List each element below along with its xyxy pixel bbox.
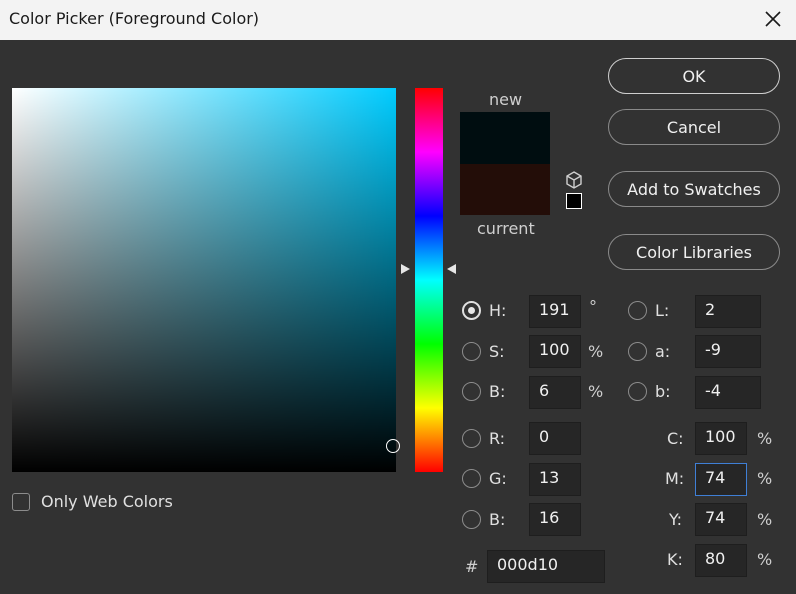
cyan-input[interactable]: 100 — [695, 422, 747, 455]
red-input[interactable]: 0 — [529, 422, 581, 455]
blue-label: B: — [489, 510, 506, 529]
blue-radio[interactable] — [462, 510, 481, 529]
brightness-input[interactable]: 6 — [529, 376, 581, 409]
new-color-label: new — [489, 90, 523, 109]
title-bar: Color Picker (Foreground Color) — [0, 0, 796, 40]
current-color-swatch[interactable] — [460, 164, 550, 215]
lab-b-input[interactable]: -4 — [695, 376, 761, 409]
black-unit: % — [757, 550, 773, 569]
saturation-input[interactable]: 100 — [529, 335, 581, 368]
yellow-label: Y: — [669, 510, 683, 529]
hue-input[interactable]: 191 — [529, 295, 581, 328]
lab-a-label: a: — [655, 342, 671, 361]
cube-icon[interactable] — [564, 170, 584, 190]
saturation-brightness-field[interactable] — [12, 88, 396, 472]
lab-a-input[interactable]: -9 — [695, 335, 761, 368]
hex-label: # — [465, 557, 479, 576]
color-field-marker[interactable] — [386, 439, 400, 453]
cyan-unit: % — [757, 429, 773, 448]
yellow-input[interactable]: 74 — [695, 503, 747, 536]
hue-label: H: — [489, 301, 507, 320]
window-title: Color Picker (Foreground Color) — [9, 9, 260, 28]
saturation-unit: % — [588, 342, 604, 361]
lab-l-input[interactable]: 2 — [695, 295, 761, 328]
green-label: G: — [489, 469, 507, 488]
cancel-button[interactable]: Cancel — [608, 109, 780, 145]
magenta-input[interactable]: 74 — [695, 463, 747, 496]
black-input[interactable]: 80 — [695, 544, 747, 577]
new-color-swatch — [460, 112, 550, 164]
lab-a-radio[interactable] — [628, 342, 647, 361]
only-web-colors-checkbox[interactable] — [12, 493, 30, 511]
only-web-colors-label: Only Web Colors — [41, 492, 173, 511]
brightness-label: B: — [489, 382, 506, 401]
brightness-radio[interactable] — [462, 382, 481, 401]
red-label: R: — [489, 429, 506, 448]
green-input[interactable]: 13 — [529, 463, 581, 496]
hue-slider[interactable] — [415, 88, 443, 472]
color-libraries-button[interactable]: Color Libraries — [608, 234, 780, 270]
hue-slider-right-handle[interactable] — [447, 264, 456, 274]
saturation-label: S: — [489, 342, 505, 361]
green-radio[interactable] — [462, 469, 481, 488]
cyan-label: C: — [667, 429, 684, 448]
lab-b-radio[interactable] — [628, 382, 647, 401]
hex-input[interactable]: 000d10 — [487, 550, 605, 583]
saturation-radio[interactable] — [462, 342, 481, 361]
magenta-label: M: — [665, 469, 685, 488]
lab-l-label: L: — [655, 301, 670, 320]
brightness-unit: % — [588, 382, 604, 401]
lab-l-radio[interactable] — [628, 301, 647, 320]
add-to-swatches-button[interactable]: Add to Swatches — [608, 171, 780, 207]
hue-unit: ° — [589, 297, 597, 316]
red-radio[interactable] — [462, 429, 481, 448]
lab-b-label: b: — [655, 382, 671, 401]
websafe-square-icon[interactable] — [566, 193, 582, 209]
black-label: K: — [667, 550, 683, 569]
magenta-unit: % — [757, 469, 773, 488]
current-color-label: current — [477, 219, 535, 238]
yellow-unit: % — [757, 510, 773, 529]
blue-input[interactable]: 16 — [529, 503, 581, 536]
hue-radio[interactable] — [462, 301, 481, 320]
close-icon[interactable] — [760, 6, 786, 32]
ok-button[interactable]: OK — [608, 58, 780, 94]
hue-slider-left-handle[interactable] — [401, 264, 410, 274]
